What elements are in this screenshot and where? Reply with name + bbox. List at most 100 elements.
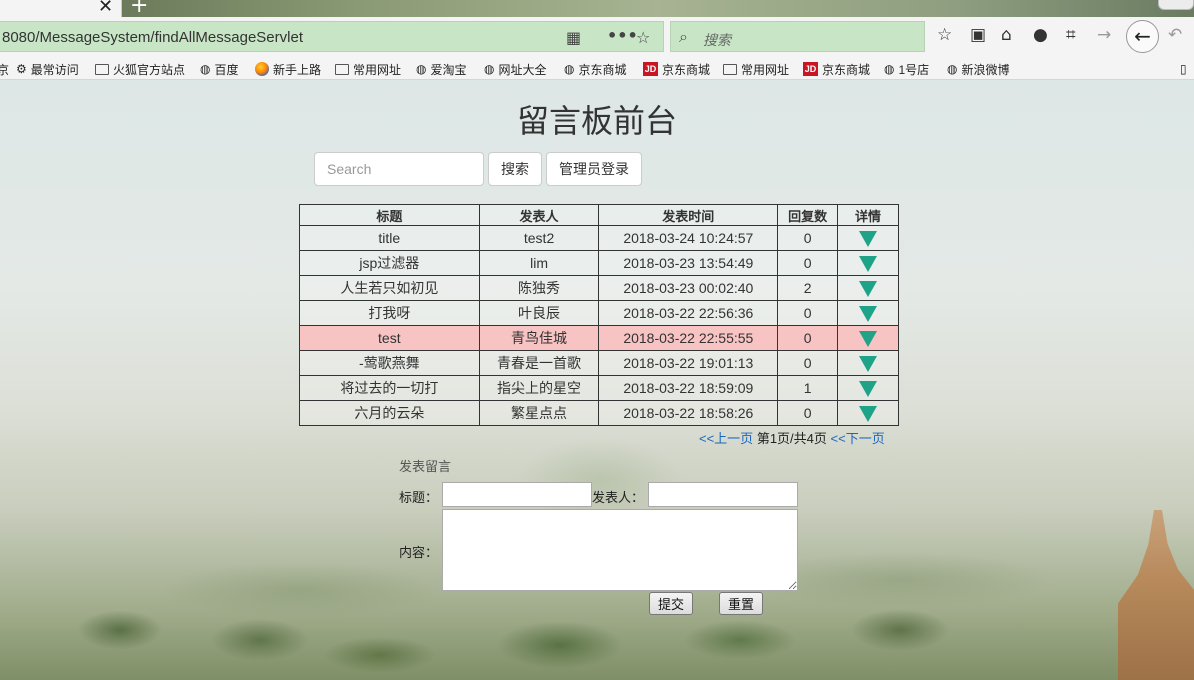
- admin-login-button[interactable]: 管理员登录: [546, 152, 642, 186]
- cell-replies: 0: [777, 225, 839, 251]
- bookmark-baidu[interactable]: ◍ 百度: [200, 60, 239, 78]
- search-bar[interactable]: ⌕ 搜索: [670, 21, 925, 52]
- expand-triangle-icon[interactable]: [859, 255, 878, 272]
- home-icon[interactable]: ⌂: [1001, 25, 1012, 45]
- cell-details: [837, 275, 899, 301]
- title-field[interactable]: [442, 482, 592, 507]
- bookmark-most-visited[interactable]: ⚙ 最常访问: [16, 60, 79, 78]
- back-arrow-icon[interactable]: ←: [1126, 20, 1159, 53]
- expand-triangle-icon[interactable]: [859, 355, 878, 372]
- globe-icon: ◍: [564, 62, 575, 76]
- author-field[interactable]: [648, 482, 798, 507]
- cell-replies: 0: [777, 250, 839, 276]
- firefox-icon: [255, 62, 269, 76]
- table-row: 将过去的一切打 指尖上的星空 2018-03-22 18:59:09 1: [299, 375, 899, 401]
- globe-icon: ◍: [484, 62, 495, 76]
- bookmark-web-directory[interactable]: ◍ 网址大全: [484, 60, 547, 78]
- expand-triangle-icon[interactable]: [859, 380, 878, 397]
- table-row: -莺歌燕舞 青春是一首歌 2018-03-22 19:01:13 0: [299, 350, 899, 376]
- bookmark-label: 新手上路: [273, 62, 322, 77]
- mobile-bookmarks-icon[interactable]: ▯: [1180, 60, 1191, 78]
- bookmark-jd-2[interactable]: JD 京东商城: [643, 60, 710, 78]
- pagination: <<上一页 第1页/共4页 <<下一页: [699, 428, 885, 447]
- bookmark-star-icon[interactable]: ☆: [636, 28, 650, 47]
- expand-triangle-icon[interactable]: [859, 405, 878, 422]
- cell-title: title: [299, 225, 480, 251]
- chat-icon[interactable]: ●: [1033, 25, 1048, 45]
- search-icon: ⌕: [679, 27, 688, 46]
- cell-replies: 0: [777, 300, 839, 326]
- forward-arrow-icon[interactable]: →: [1097, 25, 1111, 45]
- cell-time: 2018-03-24 10:24:57: [598, 225, 779, 251]
- bookmark-common-sites[interactable]: 常用网址: [335, 60, 401, 78]
- cell-time: 2018-03-23 00:02:40: [598, 275, 779, 301]
- new-tab-icon[interactable]: +: [130, 0, 148, 18]
- search-placeholder: 搜索: [703, 32, 731, 48]
- navigation-toolbar: 8080/MessageSystem/findAllMessageServlet…: [0, 17, 1194, 57]
- column-header-time: 发表时间: [598, 204, 779, 226]
- cell-replies: 0: [777, 350, 839, 376]
- gear-icon: ⚙: [16, 62, 27, 76]
- bookmark-yhd[interactable]: ◍ 1号店: [884, 60, 929, 78]
- window-control[interactable]: [1158, 0, 1194, 10]
- cell-author: test2: [478, 225, 600, 251]
- jd-icon: JD: [803, 62, 818, 76]
- next-page-link[interactable]: <<下一页: [831, 431, 885, 446]
- table-row: title test2 2018-03-24 10:24:57 0: [299, 225, 899, 251]
- qr-code-icon[interactable]: ▦: [566, 28, 581, 47]
- bookmark-jd-1[interactable]: ◍ 京东商城: [564, 60, 627, 78]
- cell-details: [837, 225, 899, 251]
- tab-active[interactable]: ✕: [0, 0, 122, 17]
- bookmark-aitaobao[interactable]: ◍ 爱淘宝: [416, 60, 467, 78]
- cell-replies: 0: [777, 325, 839, 351]
- cell-author: 指尖上的星空: [478, 375, 600, 401]
- cell-author: 青鸟佳城: [478, 325, 600, 351]
- folder-icon: [95, 63, 109, 75]
- bookmark-firefox-site[interactable]: 火狐官方站点: [95, 60, 185, 78]
- search-button[interactable]: 搜索: [488, 152, 542, 186]
- tab-strip: ✕ +: [0, 0, 1194, 18]
- bookmarks-star-icon[interactable]: ☆: [937, 25, 952, 45]
- crop-icon[interactable]: ⌗: [1066, 25, 1076, 45]
- undo-icon[interactable]: ↶: [1168, 25, 1182, 45]
- expand-triangle-icon[interactable]: [859, 330, 878, 347]
- submit-button[interactable]: 提交: [649, 592, 694, 615]
- cell-details: [837, 250, 899, 276]
- bookmark-label: 火狐官方站点: [113, 62, 186, 77]
- content-textarea[interactable]: [442, 509, 798, 591]
- reset-button[interactable]: 重置: [719, 592, 764, 615]
- cell-title: -莺歌燕舞: [299, 350, 480, 376]
- bookmark-label: 常用网址: [741, 62, 790, 77]
- column-header-replies: 回复数: [777, 204, 839, 226]
- expand-triangle-icon[interactable]: [859, 230, 878, 247]
- bookmark-jd-3[interactable]: JD 京东商城: [803, 60, 870, 78]
- prev-page-link[interactable]: <<上一页: [699, 431, 753, 446]
- cell-details: [837, 350, 899, 376]
- globe-icon: ◍: [947, 62, 958, 76]
- more-actions-icon[interactable]: •••: [607, 26, 638, 45]
- bookmark-getting-started[interactable]: 新手上路: [255, 60, 321, 78]
- expand-triangle-icon[interactable]: [859, 305, 878, 322]
- bookmark-label: 京东商城: [578, 62, 627, 77]
- cell-time: 2018-03-22 22:56:36: [598, 300, 779, 326]
- column-header-details: 详情: [837, 204, 899, 226]
- cell-time: 2018-03-22 19:01:13: [598, 350, 779, 376]
- cell-details: [837, 375, 899, 401]
- url-text[interactable]: 8080/MessageSystem/findAllMessageServlet: [2, 29, 303, 46]
- address-bar[interactable]: 8080/MessageSystem/findAllMessageServlet…: [0, 21, 664, 52]
- page-title: 留言板前台: [516, 103, 677, 139]
- bookmark-sina-weibo[interactable]: ◍ 新浪微博: [947, 60, 1010, 78]
- column-header-author: 发表人: [478, 204, 600, 226]
- close-icon[interactable]: ✕: [98, 0, 113, 17]
- cell-replies: 1: [777, 375, 839, 401]
- cell-author: 陈独秀: [478, 275, 600, 301]
- globe-icon: ◍: [416, 62, 427, 76]
- search-input[interactable]: [314, 152, 484, 186]
- cell-author: 繁星点点: [478, 400, 600, 426]
- table-row-highlighted: test 青鸟佳城 2018-03-22 22:55:55 0: [299, 325, 899, 351]
- expand-triangle-icon[interactable]: [859, 280, 878, 297]
- bookmark-common-sites-2[interactable]: 常用网址: [723, 60, 789, 78]
- reader-icon[interactable]: ▣: [970, 25, 986, 45]
- bookmark-prefix[interactable]: 京: [0, 60, 9, 78]
- cell-title: 打我呀: [299, 300, 480, 326]
